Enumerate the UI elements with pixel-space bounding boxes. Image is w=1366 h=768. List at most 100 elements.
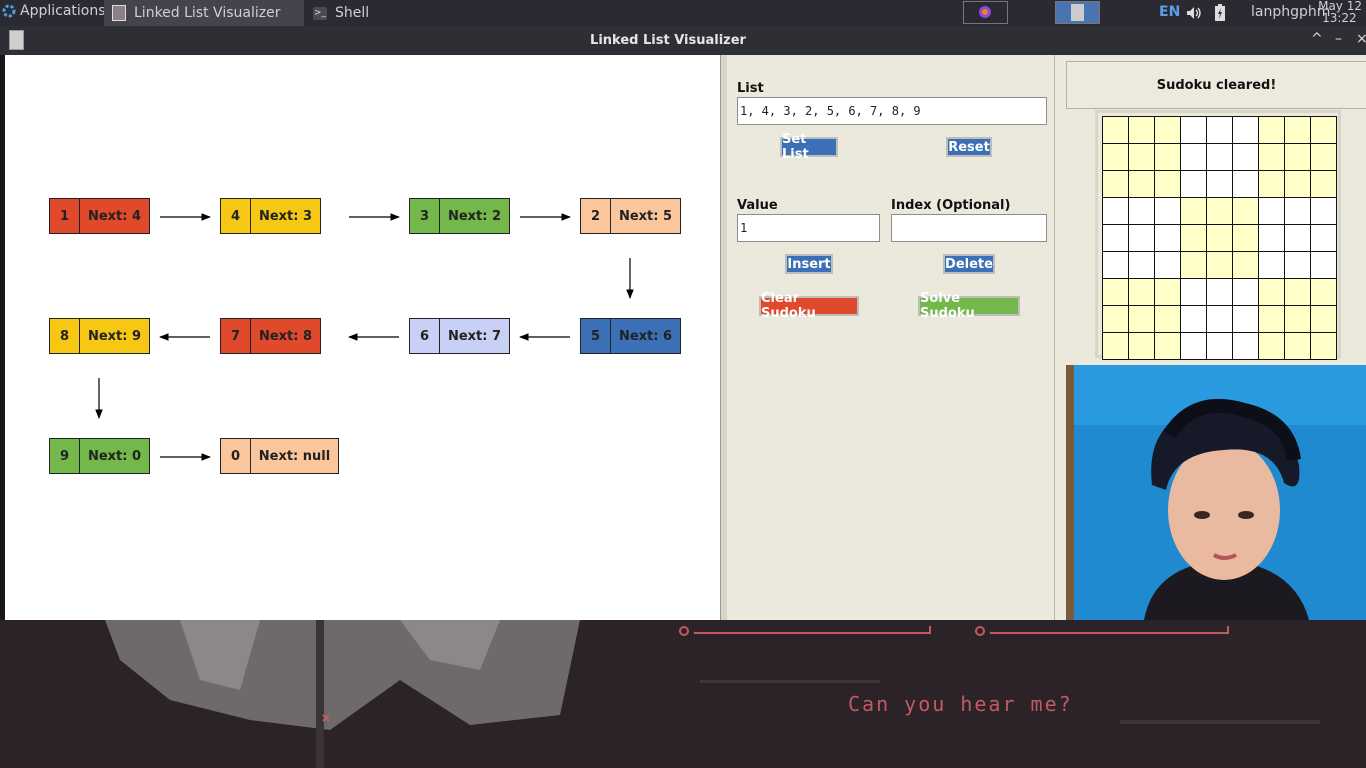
sudoku-cell[interactable] — [1311, 171, 1337, 198]
sudoku-cell[interactable] — [1103, 306, 1129, 333]
sudoku-cell[interactable] — [1259, 198, 1285, 225]
sudoku-cell[interactable] — [1155, 225, 1181, 252]
sudoku-cell[interactable] — [1129, 306, 1155, 333]
insert-button[interactable]: Insert — [785, 254, 833, 274]
sudoku-cell[interactable] — [1311, 225, 1337, 252]
sudoku-cell[interactable] — [1285, 252, 1311, 279]
sudoku-cell[interactable] — [1207, 198, 1233, 225]
reset-button[interactable]: Reset — [946, 137, 992, 157]
sudoku-cell[interactable] — [1129, 333, 1155, 360]
sudoku-cell[interactable] — [1181, 117, 1207, 144]
sudoku-cell[interactable] — [1207, 117, 1233, 144]
sudoku-cell[interactable] — [1129, 279, 1155, 306]
sudoku-cell[interactable] — [1285, 144, 1311, 171]
sudoku-cell[interactable] — [1181, 198, 1207, 225]
sudoku-cell[interactable] — [1233, 252, 1259, 279]
sudoku-cell[interactable] — [1129, 252, 1155, 279]
workspace-2-button[interactable] — [1055, 1, 1100, 24]
sudoku-cell[interactable] — [1285, 306, 1311, 333]
sudoku-cell[interactable] — [1155, 279, 1181, 306]
sudoku-cell[interactable] — [1259, 171, 1285, 198]
sudoku-cell[interactable] — [1259, 333, 1285, 360]
minimize-button[interactable]: – — [1335, 31, 1342, 47]
volume-icon[interactable] — [1186, 6, 1202, 20]
sudoku-cell[interactable] — [1103, 333, 1129, 360]
sudoku-cell[interactable] — [1181, 171, 1207, 198]
sudoku-cell[interactable] — [1259, 252, 1285, 279]
sudoku-cell[interactable] — [1207, 333, 1233, 360]
sudoku-cell[interactable] — [1129, 198, 1155, 225]
sudoku-cell[interactable] — [1103, 117, 1129, 144]
sudoku-cell[interactable] — [1259, 144, 1285, 171]
sudoku-cell[interactable] — [1129, 225, 1155, 252]
sudoku-cell[interactable] — [1311, 252, 1337, 279]
applications-menu[interactable]: Applications — [2, 3, 106, 19]
sudoku-cell[interactable] — [1155, 171, 1181, 198]
sudoku-cell[interactable] — [1311, 279, 1337, 306]
delete-button[interactable]: Delete — [943, 254, 995, 274]
sudoku-cell[interactable] — [1233, 171, 1259, 198]
sudoku-cell[interactable] — [1285, 333, 1311, 360]
sudoku-cell[interactable] — [1285, 171, 1311, 198]
clear-sudoku-button[interactable]: Clear Sudoku — [759, 291, 859, 321]
sudoku-cell[interactable] — [1233, 306, 1259, 333]
solve-sudoku-button[interactable]: Solve Sudoku — [918, 291, 1020, 321]
keyboard-layout[interactable]: EN — [1159, 4, 1180, 20]
sudoku-cell[interactable] — [1285, 225, 1311, 252]
sudoku-cell[interactable] — [1181, 306, 1207, 333]
sudoku-cell[interactable] — [1103, 225, 1129, 252]
value-input[interactable]: 1 — [737, 214, 880, 242]
sudoku-cell[interactable] — [1311, 306, 1337, 333]
sudoku-cell[interactable] — [1233, 333, 1259, 360]
sudoku-cell[interactable] — [1259, 117, 1285, 144]
sudoku-cell[interactable] — [1207, 225, 1233, 252]
sudoku-cell[interactable] — [1103, 279, 1129, 306]
sudoku-cell[interactable] — [1259, 279, 1285, 306]
sudoku-cell[interactable] — [1233, 279, 1259, 306]
sudoku-cell[interactable] — [1207, 144, 1233, 171]
sudoku-cell[interactable] — [1181, 333, 1207, 360]
list-input[interactable]: 1, 4, 3, 2, 5, 6, 7, 8, 9 — [737, 97, 1047, 125]
sudoku-cell[interactable] — [1181, 144, 1207, 171]
sudoku-cell[interactable] — [1259, 225, 1285, 252]
task-linked-list-visualizer[interactable]: Linked List Visualizer — [104, 0, 304, 26]
index-input[interactable] — [891, 214, 1047, 242]
sudoku-cell[interactable] — [1103, 144, 1129, 171]
sudoku-cell[interactable] — [1311, 144, 1337, 171]
sudoku-cell[interactable] — [1207, 279, 1233, 306]
window-titlebar[interactable]: Linked List Visualizer ^ – × — [0, 26, 1366, 55]
sudoku-cell[interactable] — [1155, 252, 1181, 279]
close-button[interactable]: × — [1356, 31, 1366, 47]
workspace-1-button[interactable] — [963, 1, 1008, 24]
maximize-button[interactable]: ^ — [1311, 31, 1323, 47]
battery-icon[interactable] — [1214, 4, 1226, 22]
sudoku-cell[interactable] — [1285, 117, 1311, 144]
sudoku-cell[interactable] — [1129, 144, 1155, 171]
sudoku-cell[interactable] — [1129, 117, 1155, 144]
sudoku-cell[interactable] — [1233, 144, 1259, 171]
sudoku-cell[interactable] — [1207, 171, 1233, 198]
sudoku-cell[interactable] — [1311, 198, 1337, 225]
sudoku-cell[interactable] — [1233, 198, 1259, 225]
sudoku-cell[interactable] — [1233, 117, 1259, 144]
sudoku-cell[interactable] — [1259, 306, 1285, 333]
task-shell[interactable]: >_ Shell — [305, 0, 415, 26]
clock[interactable]: May 12 13:22 — [1318, 0, 1362, 24]
sudoku-cell[interactable] — [1155, 198, 1181, 225]
sudoku-cell[interactable] — [1103, 171, 1129, 198]
sudoku-cell[interactable] — [1103, 198, 1129, 225]
sudoku-cell[interactable] — [1181, 225, 1207, 252]
sudoku-cell[interactable] — [1181, 279, 1207, 306]
sudoku-cell[interactable] — [1311, 117, 1337, 144]
sudoku-cell[interactable] — [1155, 117, 1181, 144]
sudoku-cell[interactable] — [1155, 144, 1181, 171]
sudoku-cell[interactable] — [1285, 198, 1311, 225]
sudoku-cell[interactable] — [1207, 252, 1233, 279]
sudoku-cell[interactable] — [1129, 171, 1155, 198]
set-list-button[interactable]: Set List — [780, 132, 838, 162]
sudoku-cell[interactable] — [1155, 306, 1181, 333]
sudoku-cell[interactable] — [1233, 225, 1259, 252]
sudoku-cell[interactable] — [1155, 333, 1181, 360]
sudoku-cell[interactable] — [1207, 306, 1233, 333]
sudoku-cell[interactable] — [1103, 252, 1129, 279]
